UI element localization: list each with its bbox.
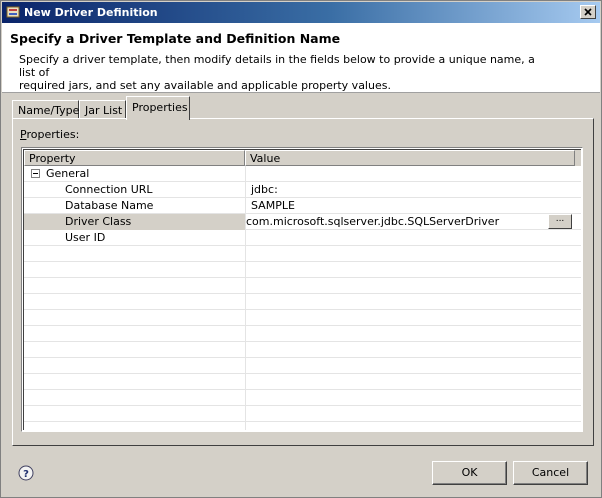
ok-button[interactable]: OK xyxy=(432,461,507,485)
empty-row xyxy=(24,422,581,430)
page-title: Specify a Driver Template and Definition… xyxy=(10,31,341,46)
property-value-editor[interactable]: com.microsoft.sqlserver.jdbc.SQLServerDr… xyxy=(245,214,575,230)
empty-row xyxy=(24,326,581,342)
properties-tab-panel: Properties: Property Value General Conne… xyxy=(12,118,594,446)
value-cell xyxy=(245,166,575,182)
column-header-property[interactable]: Property xyxy=(24,150,245,166)
tab-jar-list[interactable]: Jar List xyxy=(79,100,126,120)
group-row-general[interactable]: General xyxy=(24,166,581,182)
help-icon[interactable]: ? xyxy=(18,465,34,481)
empty-row xyxy=(24,310,581,326)
properties-table[interactable]: Property Value General Connection URL jd… xyxy=(21,147,583,432)
property-value[interactable] xyxy=(245,230,575,246)
property-name: User ID xyxy=(65,231,106,244)
value-cell xyxy=(245,406,575,422)
cancel-button[interactable]: Cancel xyxy=(513,461,588,485)
tab-name-type[interactable]: Name/Type xyxy=(12,100,79,120)
dialog-window: New Driver Definition Specify a Driver T… xyxy=(0,0,602,498)
value-cell xyxy=(245,326,575,342)
properties-table-body: Property Value General Connection URL jd… xyxy=(23,149,581,430)
value-cell xyxy=(245,262,575,278)
empty-row xyxy=(24,246,581,262)
value-cell xyxy=(245,358,575,374)
value-cell xyxy=(245,422,575,430)
group-label: General xyxy=(46,167,90,180)
browse-button[interactable]: ... xyxy=(548,214,572,229)
tab-properties[interactable]: Properties xyxy=(126,96,190,120)
wizard-banner: Specify a Driver Template and Definition… xyxy=(2,23,600,93)
properties-label: Properties: xyxy=(20,128,79,141)
property-value[interactable]: SAMPLE xyxy=(245,198,575,214)
collapse-icon[interactable] xyxy=(31,169,40,178)
empty-row xyxy=(24,278,581,294)
close-button[interactable] xyxy=(580,5,596,19)
window-title: New Driver Definition xyxy=(24,6,158,19)
properties-label-text: roperties: xyxy=(26,128,80,141)
page-description: Specify a driver template, then modify d… xyxy=(19,53,539,92)
empty-row xyxy=(24,342,581,358)
property-value[interactable]: jdbc: xyxy=(245,182,575,198)
value-cell xyxy=(245,294,575,310)
driver-class-value[interactable]: com.microsoft.sqlserver.jdbc.SQLServerDr… xyxy=(246,215,499,228)
group-cell: General xyxy=(24,166,245,182)
empty-row xyxy=(24,294,581,310)
table-header: Property Value xyxy=(24,150,581,166)
close-icon xyxy=(584,8,592,16)
property-name: Database Name xyxy=(65,199,154,212)
property-name: Driver Class xyxy=(24,214,245,230)
table-row-selected[interactable]: Driver Class com.microsoft.sqlserver.jdb… xyxy=(24,214,581,230)
value-cell xyxy=(245,278,575,294)
table-row[interactable]: User ID xyxy=(24,230,581,246)
table-row[interactable]: Connection URL jdbc: xyxy=(24,182,581,198)
value-cell xyxy=(245,310,575,326)
empty-row xyxy=(24,374,581,390)
value-cell xyxy=(245,246,575,262)
tab-strip: Name/Type Jar List Properties xyxy=(12,96,412,120)
empty-row xyxy=(24,406,581,422)
title-bar[interactable]: New Driver Definition xyxy=(2,2,600,23)
empty-row xyxy=(24,390,581,406)
value-cell xyxy=(245,342,575,358)
value-cell xyxy=(245,390,575,406)
value-cell xyxy=(245,374,575,390)
column-header-value[interactable]: Value xyxy=(245,150,575,166)
empty-row xyxy=(24,262,581,278)
description-line-2: required jars, and set any available and… xyxy=(19,79,391,92)
svg-text:?: ? xyxy=(23,469,29,480)
driver-icon xyxy=(6,6,20,18)
empty-row xyxy=(24,358,581,374)
table-row[interactable]: Database Name SAMPLE xyxy=(24,198,581,214)
description-line-1: Specify a driver template, then modify d… xyxy=(19,53,535,79)
property-name: Connection URL xyxy=(65,183,153,196)
